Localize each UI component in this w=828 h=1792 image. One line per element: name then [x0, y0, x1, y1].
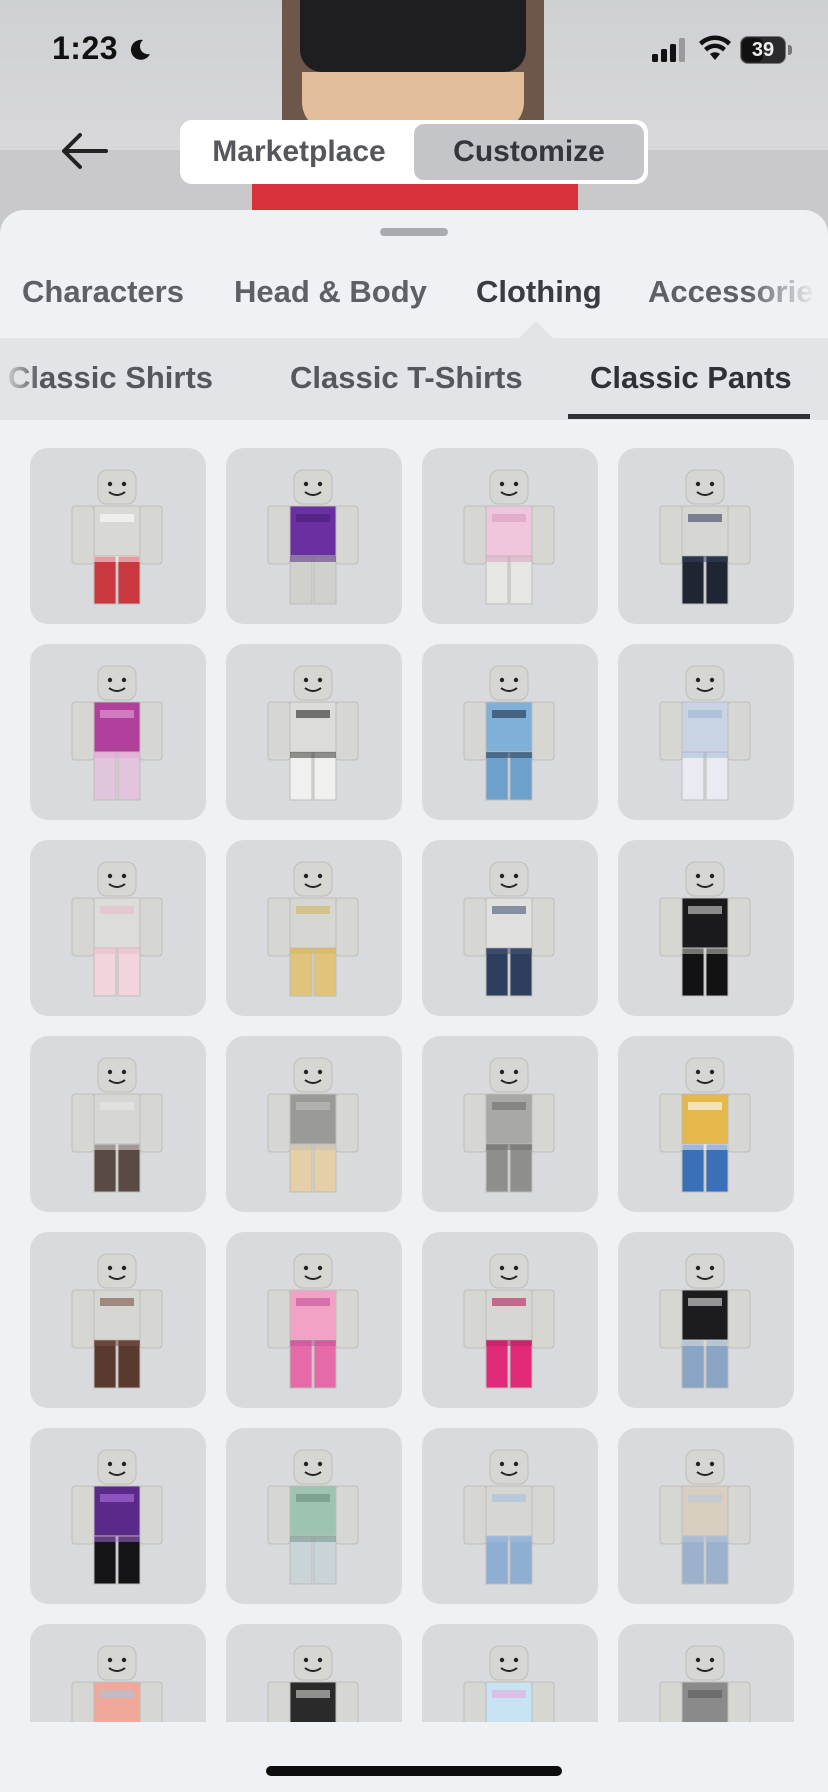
avatar-thumbnail	[267, 665, 359, 801]
marketplace-customize-toggle: Marketplace Customize	[180, 120, 648, 184]
battery-level: 39	[751, 39, 775, 61]
clothing-item-tile[interactable]	[30, 840, 206, 1016]
avatar-thumbnail	[267, 861, 359, 997]
clothing-item-tile[interactable]	[618, 1232, 794, 1408]
cellular-signal-icon	[652, 38, 685, 62]
avatar-thumbnail	[659, 1057, 751, 1193]
avatar-thumbnail	[659, 665, 751, 801]
wifi-icon	[699, 35, 731, 60]
sheet-grabber[interactable]	[380, 228, 448, 236]
avatar-thumbnail	[71, 1449, 163, 1585]
avatar-thumbnail	[267, 469, 359, 605]
tab-classic-tshirts[interactable]: Classic T-Shirts	[290, 360, 523, 396]
moon-icon	[130, 39, 150, 60]
active-tab-indicator	[568, 414, 810, 419]
avatar-thumbnail	[71, 1057, 163, 1193]
status-bar: 1:23 39	[0, 0, 828, 100]
category-tabs: Characters Head & Body Clothing Accessor…	[0, 274, 828, 334]
clothing-item-tile[interactable]	[30, 1428, 206, 1604]
clothing-item-tile[interactable]	[618, 644, 794, 820]
avatar-thumbnail	[267, 1253, 359, 1389]
avatar-thumbnail	[71, 469, 163, 605]
status-time: 1:23	[52, 30, 119, 66]
segment-marketplace[interactable]: Marketplace	[184, 124, 414, 180]
tab-head-body[interactable]: Head & Body	[234, 274, 427, 310]
clothing-item-tile[interactable]	[226, 1232, 402, 1408]
avatar-thumbnail	[463, 1253, 555, 1389]
clothing-item-tile[interactable]	[226, 644, 402, 820]
subcategory-tabs: Classic Shirts Classic T-Shirts Classic …	[0, 321, 828, 420]
avatar-thumbnail	[71, 665, 163, 801]
avatar-thumbnail	[463, 665, 555, 801]
avatar-thumbnail	[659, 469, 751, 605]
segment-customize[interactable]: Customize	[414, 124, 644, 180]
clothing-item-tile[interactable]	[226, 448, 402, 624]
clothing-item-tile[interactable]	[618, 840, 794, 1016]
tab-classic-pants[interactable]: Classic Pants	[590, 360, 792, 396]
clothing-item-tile[interactable]	[422, 448, 598, 624]
back-button[interactable]	[56, 128, 112, 174]
avatar-thumbnail	[267, 1449, 359, 1585]
avatar-thumbnail	[463, 1449, 555, 1585]
clothing-item-tile[interactable]	[30, 1232, 206, 1408]
clothing-item-tile[interactable]	[618, 448, 794, 624]
clothing-item-tile[interactable]	[422, 1232, 598, 1408]
clothing-item-tile[interactable]	[30, 644, 206, 820]
avatar-thumbnail	[71, 1253, 163, 1389]
clothing-item-tile[interactable]	[30, 1036, 206, 1212]
avatar-thumbnail	[267, 1057, 359, 1193]
clothing-item-tile[interactable]	[226, 1036, 402, 1212]
clothing-item-tile[interactable]	[422, 644, 598, 820]
avatar-thumbnail	[659, 1253, 751, 1389]
arrow-left-icon	[62, 133, 108, 169]
home-indicator[interactable]	[266, 1766, 562, 1776]
tab-characters[interactable]: Characters	[22, 274, 184, 310]
clothing-item-tile[interactable]	[226, 1428, 402, 1604]
clothing-item-tile[interactable]	[30, 448, 206, 624]
avatar-thumbnail	[463, 861, 555, 997]
clothing-item-tile[interactable]	[422, 840, 598, 1016]
clothing-item-tile[interactable]	[618, 1428, 794, 1604]
customize-sheet: Characters Head & Body Clothing Accessor…	[0, 210, 828, 1792]
clothing-item-tile[interactable]	[618, 1036, 794, 1212]
avatar-thumbnail	[71, 861, 163, 997]
avatar-thumbnail	[659, 1449, 751, 1585]
battery-icon: 39	[740, 36, 792, 64]
avatar-thumbnail	[463, 469, 555, 605]
tab-clothing[interactable]: Clothing	[476, 274, 602, 310]
avatar-thumbnail	[463, 1057, 555, 1193]
avatar-thumbnail	[659, 861, 751, 997]
clothing-item-tile[interactable]	[422, 1428, 598, 1604]
clothing-item-tile[interactable]	[226, 840, 402, 1016]
clothing-item-tile[interactable]	[422, 1036, 598, 1212]
